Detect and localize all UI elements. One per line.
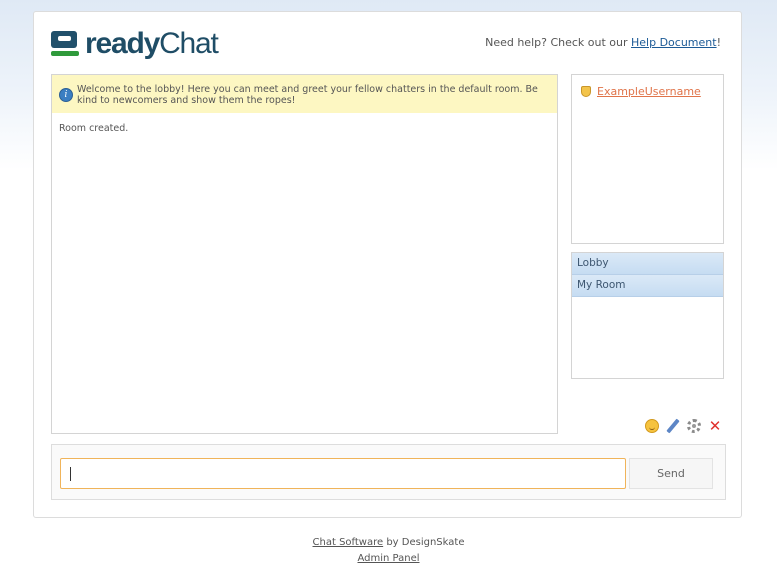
chat-logo-icon xyxy=(51,31,79,57)
chat-container: readyChat Need help? Check out our Help … xyxy=(33,11,742,518)
chat-log-panel: i Welcome to the lobby! Here you can mee… xyxy=(51,74,558,434)
chat-software-link[interactable]: Chat Software xyxy=(313,537,384,548)
user-item: ExampleUsername xyxy=(581,85,701,98)
help-text: Need help? Check out our Help Document! xyxy=(485,36,721,49)
composer: Send xyxy=(51,444,726,500)
notice-text: Welcome to the lobby! Here you can meet … xyxy=(77,84,538,106)
message-input[interactable] xyxy=(60,458,626,489)
chat-message: Room created. xyxy=(59,123,129,134)
user-list: ExampleUsername xyxy=(571,74,724,244)
logo-text: readyChat xyxy=(85,27,219,60)
help-document-link[interactable]: Help Document xyxy=(631,36,717,49)
admin-panel-link[interactable]: Admin Panel xyxy=(357,553,419,564)
username-link[interactable]: ExampleUsername xyxy=(597,85,701,98)
welcome-notice: i Welcome to the lobby! Here you can mee… xyxy=(52,75,557,113)
gear-icon[interactable] xyxy=(687,419,701,433)
send-button[interactable]: Send xyxy=(629,458,713,489)
logo: readyChat xyxy=(51,27,219,60)
footer: Chat Software by DesignSkate Admin Panel xyxy=(0,535,777,567)
room-item-lobby[interactable]: Lobby xyxy=(572,253,723,275)
smiley-icon[interactable] xyxy=(645,419,659,433)
toolbar: ✕ xyxy=(645,419,722,434)
shield-icon xyxy=(581,86,591,97)
room-item-my-room[interactable]: My Room xyxy=(572,275,723,297)
close-icon[interactable]: ✕ xyxy=(708,419,722,434)
info-icon: i xyxy=(59,88,73,102)
footer-by-text: by DesignSkate xyxy=(383,537,465,548)
pen-icon[interactable] xyxy=(666,419,680,433)
text-caret xyxy=(70,467,71,481)
room-list: Lobby My Room xyxy=(571,252,724,379)
